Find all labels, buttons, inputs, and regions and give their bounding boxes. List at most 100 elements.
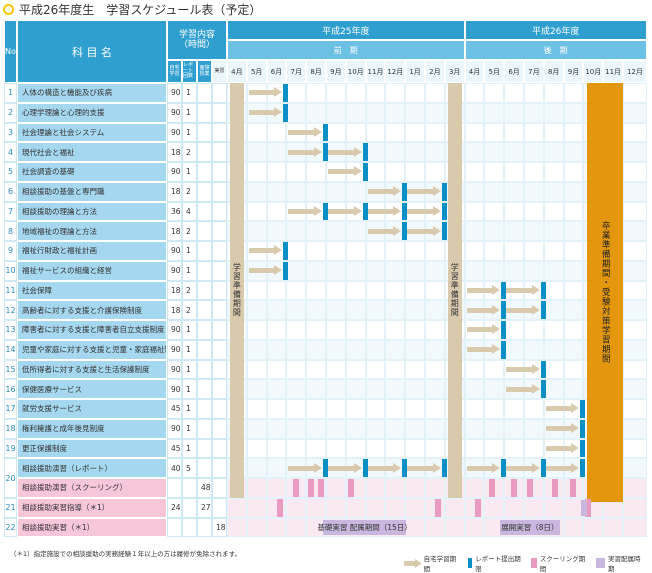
arrow-shaft xyxy=(288,129,314,135)
month-cell xyxy=(484,122,505,143)
month-cell xyxy=(385,83,406,103)
subject-name: 地域福祉の理論と方法 xyxy=(17,221,167,241)
month-cell xyxy=(306,260,326,281)
subject-name: 現代社会と福祉 xyxy=(17,142,167,162)
month-cell xyxy=(365,162,386,182)
home-study-arrow xyxy=(288,146,322,157)
month-cell xyxy=(365,359,386,380)
month-cell xyxy=(425,260,445,281)
home-study-arrow xyxy=(545,423,580,434)
prep-period-2: 学習準備期間 xyxy=(447,83,462,498)
schooling-mark xyxy=(435,498,441,517)
month-cell xyxy=(623,83,647,103)
month-cell xyxy=(543,241,564,261)
row-number: 12 xyxy=(4,300,17,320)
header-month: 4月 xyxy=(227,60,247,83)
month-cell xyxy=(266,418,287,439)
month-cell xyxy=(623,201,647,222)
subject-name: 権利擁護と成年後見制度 xyxy=(17,418,167,439)
header-month: 11月 xyxy=(365,60,386,83)
arrow-head xyxy=(393,462,402,473)
month-cell xyxy=(405,320,425,340)
month-cell xyxy=(524,399,544,419)
month-cell xyxy=(266,478,287,498)
hours-home: 90 xyxy=(167,260,182,281)
arrow-shaft xyxy=(328,149,354,155)
month-cell xyxy=(425,300,445,320)
arrow-head xyxy=(571,442,580,453)
arrow-head xyxy=(432,205,441,216)
hours-prac xyxy=(212,399,227,419)
arrow-shaft xyxy=(288,465,314,471)
hours-face xyxy=(197,300,212,320)
month-cell xyxy=(464,260,485,281)
home-study-arrow xyxy=(407,462,441,473)
header-month: 6月 xyxy=(266,60,287,83)
hours-home xyxy=(167,478,182,498)
month-cell xyxy=(464,201,485,222)
month-cell xyxy=(246,201,267,222)
month-cell xyxy=(306,418,326,439)
row-number: 11 xyxy=(4,280,17,301)
month-cell xyxy=(425,339,445,360)
arrow-shaft xyxy=(367,189,394,195)
month-cell xyxy=(464,181,485,202)
schooling-mark xyxy=(489,479,496,497)
month-cell xyxy=(286,418,307,439)
month-cell xyxy=(246,497,267,518)
hours-face xyxy=(197,122,212,143)
month-cell xyxy=(464,379,485,399)
month-cell xyxy=(326,83,346,103)
hours-face xyxy=(197,339,212,360)
month-cell xyxy=(326,399,346,419)
arrow-head xyxy=(531,462,540,473)
month-cell xyxy=(524,201,544,222)
subject-name: 人体の構造と機能及び疾病 xyxy=(17,83,167,103)
month-cell xyxy=(464,517,485,538)
month-cell xyxy=(543,300,564,320)
arrow-head xyxy=(393,225,402,236)
month-cell xyxy=(405,300,425,320)
hours-prac xyxy=(212,122,227,143)
home-study-arrow xyxy=(328,462,362,473)
arrow-shaft xyxy=(545,406,572,412)
month-cell xyxy=(563,260,584,281)
month-cell xyxy=(365,320,386,340)
hours-prac xyxy=(212,162,227,182)
hours-home: 45 xyxy=(167,438,182,459)
hours-face xyxy=(197,260,212,281)
report-deadline xyxy=(540,459,546,477)
header-month: 10月 xyxy=(583,60,604,83)
arrow-head xyxy=(313,462,322,473)
month-cell xyxy=(543,83,564,103)
month-cell xyxy=(266,379,287,399)
month-cell xyxy=(326,478,346,498)
month-cell xyxy=(484,201,505,222)
month-cell xyxy=(246,339,267,360)
arrow-shaft xyxy=(407,228,433,234)
arrow-head xyxy=(313,146,322,157)
legend-report: レポート提出期限 xyxy=(467,553,524,573)
month-cell xyxy=(405,122,425,143)
hours-rep: 2 xyxy=(182,221,197,241)
report-deadline xyxy=(402,459,408,477)
arrow-shaft xyxy=(466,307,493,313)
hours-rep: 1 xyxy=(182,162,197,182)
month-cell xyxy=(365,241,386,261)
month-cell xyxy=(345,418,366,439)
home-study-arrow xyxy=(328,166,362,177)
hours-prac xyxy=(212,221,227,241)
hours-home: 90 xyxy=(167,102,182,123)
month-cell xyxy=(504,320,524,340)
month-cell xyxy=(385,438,406,459)
hours-face xyxy=(197,379,212,399)
month-cell xyxy=(286,438,307,459)
arrow-shaft xyxy=(506,386,532,392)
hours-prac xyxy=(212,379,227,399)
month-cell xyxy=(543,122,564,143)
hours-prac xyxy=(212,458,227,478)
hours-home: 180 xyxy=(167,142,182,162)
practice-mark xyxy=(581,499,588,516)
subject-name: 就労支援サービス xyxy=(17,399,167,419)
hours-rep: 1 xyxy=(182,438,197,459)
